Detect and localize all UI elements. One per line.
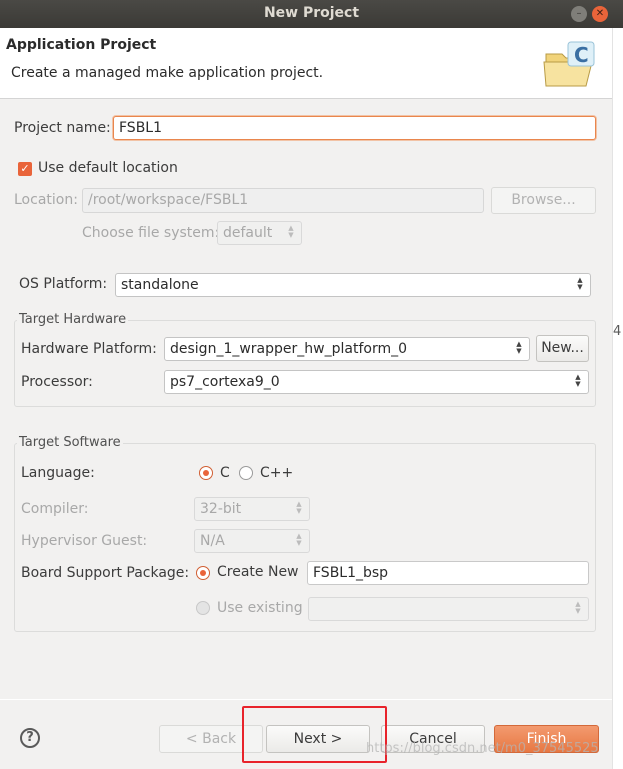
- window-title-bar: New Project – ✕: [0, 0, 623, 28]
- language-c-label[interactable]: C: [220, 465, 230, 481]
- window-title: New Project: [263, 5, 360, 21]
- target-hardware-title: Target Hardware: [17, 312, 129, 327]
- spin-arrows-icon: ▲ ▼: [575, 600, 581, 615]
- location-input[interactable]: /root/workspace/FSBL1: [82, 188, 484, 213]
- hypervisor-select[interactable]: N/A ▲ ▼: [194, 529, 310, 553]
- use-default-location-label[interactable]: Use default location: [38, 160, 178, 176]
- processor-label: Processor:: [21, 374, 93, 390]
- os-platform-value: standalone: [121, 277, 199, 293]
- spin-arrows-icon: ▲ ▼: [296, 500, 302, 515]
- spin-arrows-icon: ▲ ▼: [288, 224, 294, 239]
- close-button[interactable]: ✕: [592, 6, 608, 22]
- hardware-platform-label: Hardware Platform:: [21, 341, 157, 357]
- hypervisor-value: N/A: [200, 533, 225, 549]
- c-project-folder-icon: C: [543, 41, 595, 87]
- background-window-edge: [612, 28, 623, 769]
- background-window-fragment: 4: [613, 324, 622, 339]
- processor-value: ps7_cortexa9_0: [170, 374, 280, 390]
- svg-text:C: C: [574, 43, 589, 67]
- hardware-platform-value: design_1_wrapper_hw_platform_0: [170, 341, 407, 357]
- target-software-title: Target Software: [17, 435, 123, 450]
- bsp-existing-select[interactable]: ▲ ▼: [308, 597, 589, 621]
- file-system-label: Choose file system:: [82, 225, 220, 241]
- spin-arrows-icon: ▲ ▼: [575, 373, 581, 388]
- minimize-button[interactable]: –: [571, 6, 587, 22]
- language-c-radio[interactable]: [199, 466, 213, 480]
- compiler-value: 32-bit: [200, 501, 242, 517]
- language-cpp-radio[interactable]: [239, 466, 253, 480]
- bsp-name-input[interactable]: FSBL1_bsp: [307, 561, 589, 585]
- compiler-select[interactable]: 32-bit ▲ ▼: [194, 497, 310, 521]
- spin-arrows-icon: ▲ ▼: [577, 276, 583, 291]
- os-platform-select[interactable]: standalone ▲ ▼: [115, 273, 591, 297]
- bsp-create-new-label[interactable]: Create New: [217, 564, 299, 580]
- bsp-use-existing-label[interactable]: Use existing: [217, 600, 303, 616]
- new-hardware-platform-button[interactable]: New...: [536, 335, 589, 362]
- spin-arrows-icon: ▲ ▼: [516, 340, 522, 355]
- processor-select[interactable]: ps7_cortexa9_0 ▲ ▼: [164, 370, 589, 394]
- language-cpp-label[interactable]: C++: [260, 465, 293, 481]
- browse-button[interactable]: Browse...: [491, 187, 596, 214]
- file-system-select[interactable]: default ▲ ▼: [217, 221, 302, 245]
- compiler-label: Compiler:: [21, 501, 89, 517]
- spin-arrows-icon: ▲ ▼: [296, 532, 302, 547]
- bsp-create-new-radio[interactable]: [196, 566, 210, 580]
- project-name-input[interactable]: FSBL1: [113, 116, 596, 140]
- hardware-platform-select[interactable]: design_1_wrapper_hw_platform_0 ▲ ▼: [164, 337, 530, 361]
- wizard-header: Application Project Create a managed mak…: [0, 28, 612, 99]
- page-description: Create a managed make application projec…: [11, 65, 324, 81]
- page-title: Application Project: [6, 37, 157, 53]
- file-system-value: default: [223, 225, 273, 241]
- use-default-location-checkbox[interactable]: ✓: [18, 162, 32, 176]
- watermark-text: https://blog.csdn.net/m0_37545525: [366, 741, 599, 756]
- bsp-label: Board Support Package:: [21, 565, 190, 581]
- help-icon[interactable]: ?: [20, 728, 40, 748]
- language-label: Language:: [21, 465, 95, 481]
- os-platform-label: OS Platform:: [19, 276, 108, 292]
- bsp-use-existing-radio[interactable]: [196, 601, 210, 615]
- location-label: Location:: [14, 192, 78, 208]
- hypervisor-label: Hypervisor Guest:: [21, 533, 148, 549]
- project-name-label: Project name:: [14, 120, 111, 136]
